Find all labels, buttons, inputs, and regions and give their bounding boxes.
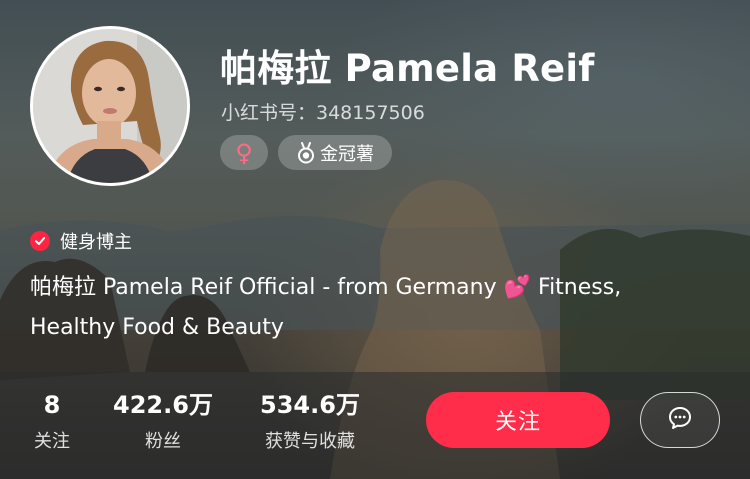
message-button[interactable]	[640, 392, 720, 448]
stat-followers[interactable]: 422.6万 粉丝	[103, 391, 223, 453]
profile-bio: 帕梅拉 Pamela Reif Official - from Germany …	[30, 268, 730, 348]
female-icon: ♀	[235, 138, 253, 167]
avatar-photo	[33, 29, 187, 183]
verified-check-icon	[30, 231, 50, 251]
medal-icon	[296, 141, 316, 164]
bio-text-end: Fitness,	[538, 275, 622, 300]
likes-count: 534.6万	[260, 391, 360, 419]
bio-line-1: 帕梅拉 Pamela Reif Official - from Germany …	[30, 268, 730, 308]
followers-count: 422.6万	[113, 391, 213, 419]
hearts-emoji: 💕	[503, 275, 532, 300]
likes-label: 获赞与收藏	[265, 431, 355, 452]
award-badge[interactable]: 金冠薯	[278, 135, 392, 170]
stat-following[interactable]: 8 关注	[22, 391, 82, 453]
following-count: 8	[43, 391, 61, 419]
followers-label: 粉丝	[145, 431, 181, 452]
profile-name: 帕梅拉 Pamela Reif	[220, 47, 595, 90]
chat-bubble-icon	[667, 405, 693, 435]
bio-text-start: 帕梅拉 Pamela Reif Official - from Germany	[30, 275, 497, 300]
award-label: 金冠薯	[320, 143, 374, 165]
stat-likes-and-saves[interactable]: 534.6万 获赞与收藏	[245, 391, 375, 453]
verification-tag: 健身博主	[30, 228, 132, 254]
follow-button[interactable]: 关注	[426, 392, 610, 448]
following-label: 关注	[34, 431, 70, 452]
bio-line-2: Healthy Food & Beauty	[30, 315, 284, 340]
profile-id: 小红书号：348157506	[221, 102, 425, 124]
verification-label: 健身博主	[60, 232, 132, 253]
avatar[interactable]	[30, 26, 190, 186]
gender-badge: ♀	[220, 135, 268, 170]
